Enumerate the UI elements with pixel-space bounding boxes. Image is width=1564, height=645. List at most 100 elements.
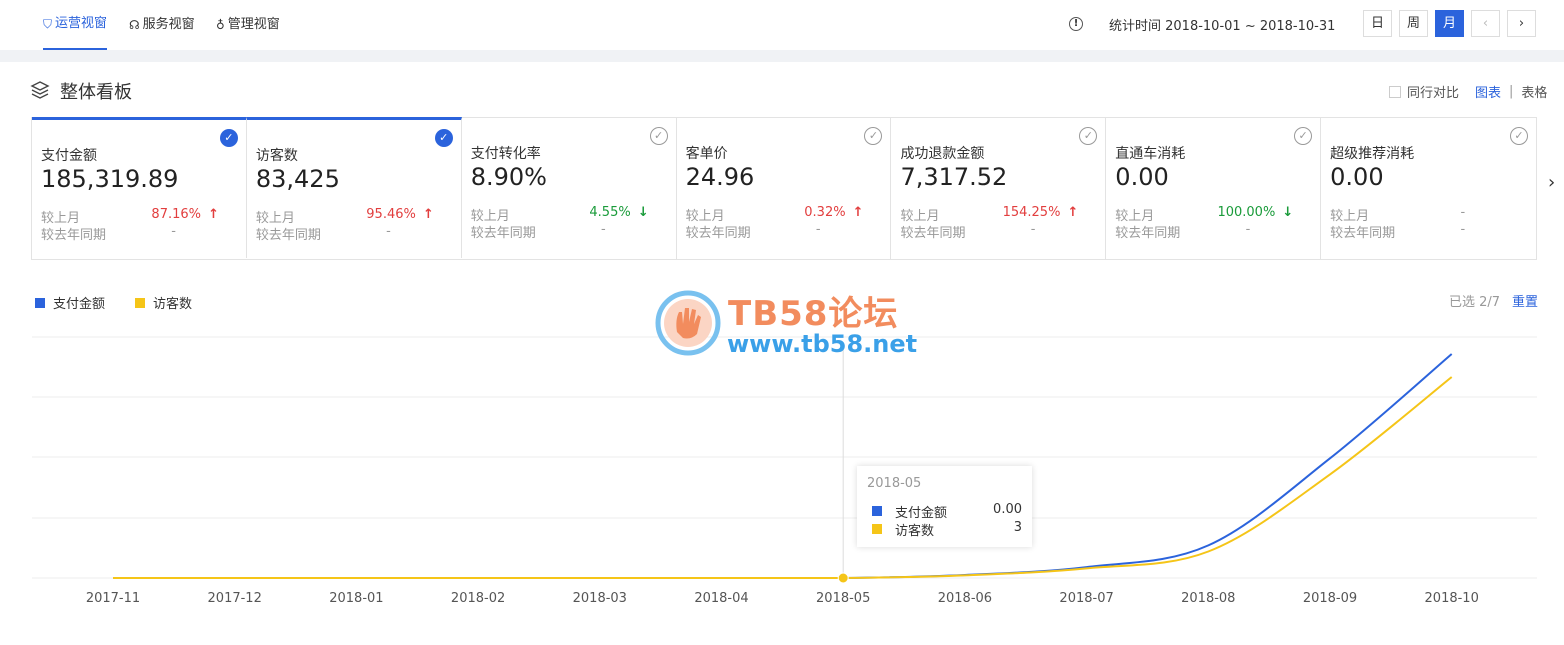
period-day-button[interactable]: 日 <box>1363 10 1392 37</box>
chart-tooltip: 2018-05 支付金额 0.00 访客数 3 <box>857 466 1032 547</box>
forum-logo <box>655 290 721 356</box>
metric-card[interactable]: ✓ 直通车消耗 0.00 较上月 100.00% ↓ 较去年同期 - <box>1106 118 1322 259</box>
chevron-right-icon: › <box>1518 16 1525 31</box>
legend-item-payment[interactable]: 支付金额 <box>35 293 105 312</box>
metric-value: 0.00 <box>1115 163 1169 191</box>
metric-card[interactable]: ✓ 支付转化率 8.90% 较上月 4.55% ↓ 较去年同期 - <box>462 118 677 259</box>
metric-card[interactable]: ✓ 支付金额 185,319.89 较上月 87.16% ↑ 较去年同期 - <box>32 117 247 258</box>
x-tick-label: 2018-03 <box>573 591 627 606</box>
info-icon[interactable]: ! <box>1069 17 1083 31</box>
x-tick-label: 2017-11 <box>86 591 140 606</box>
metric-name: 成功退款金额 <box>900 146 985 162</box>
metric-card[interactable]: ✓ 客单价 24.96 较上月 0.32% ↑ 较去年同期 - <box>677 118 892 259</box>
check-icon[interactable]: ✓ <box>864 127 883 145</box>
series-line-1 <box>112 376 1453 579</box>
metric-value: 83,425 <box>255 165 340 193</box>
tooltip-swatch <box>872 524 882 534</box>
metric-cards: ✓ 支付金额 185,319.89 较上月 87.16% ↑ 较去年同期 - ✓… <box>31 117 1537 260</box>
top-bar: ⛉ 运营视窗 ☊ 服务视窗 ♁ 管理视窗 ! 统计时间 2018-10-01 ~… <box>0 0 1564 50</box>
key-icon: ♁ <box>216 18 225 32</box>
legend-swatch <box>135 297 146 308</box>
metric-name: 访客数 <box>255 148 298 164</box>
metric-mom-value: 100.00% <box>1217 205 1276 220</box>
metric-mom-value: - <box>1460 205 1466 220</box>
metric-yoy-label: 较去年同期 <box>1115 226 1181 241</box>
line-chart: 2017-11 2017-12 2018-01 2018-02 2018-03 2018-… <box>32 336 1537 606</box>
legend-item-visitors[interactable]: 访客数 <box>135 293 192 312</box>
view-table-link[interactable]: 表格 <box>1521 82 1547 101</box>
metric-yoy-value: - <box>601 222 606 237</box>
arrow-up-icon: ↑ <box>422 207 434 222</box>
tab-service[interactable]: ☊ 服务视窗 <box>129 0 195 50</box>
tooltip-series-name: 访客数 <box>895 524 935 539</box>
tooltip-swatch <box>872 506 882 516</box>
arrow-up-icon: ↑ <box>852 205 864 220</box>
period-week-button[interactable]: 周 <box>1399 10 1428 37</box>
chevron-right-icon[interactable]: › <box>1548 172 1555 193</box>
metric-mom-value: 0.32% <box>804 205 846 220</box>
metric-value: 0.00 <box>1330 163 1384 191</box>
watermark-url: www.tb58.net <box>727 330 918 358</box>
x-tick-label: 2018-06 <box>938 591 992 606</box>
tab-operations[interactable]: ⛉ 运营视窗 <box>43 0 108 50</box>
view-separator: | <box>1509 84 1514 99</box>
section-divider <box>0 50 1564 62</box>
period-month-button[interactable]: 月 <box>1435 10 1464 37</box>
next-period-button[interactable]: › <box>1507 10 1536 37</box>
metric-mom-value: 87.16% <box>151 207 201 222</box>
x-tick-label: 2018-10 <box>1425 591 1479 606</box>
metric-yoy-label: 较去年同期 <box>685 226 751 241</box>
metric-mom-value: 95.46% <box>366 207 416 222</box>
prev-period-button[interactable]: ‹ <box>1471 10 1500 37</box>
metric-yoy-value: - <box>1030 222 1036 237</box>
metric-yoy-label: 较去年同期 <box>900 226 966 241</box>
check-icon[interactable]: ✓ <box>219 129 238 147</box>
check-icon[interactable]: ✓ <box>434 129 453 147</box>
metric-name: 支付金额 <box>41 148 97 164</box>
series-line-0 <box>112 353 1453 579</box>
view-controls: 同行对比 图表 | 表格 <box>1389 82 1547 101</box>
metric-yoy-value: - <box>171 224 176 239</box>
legend-label: 访客数 <box>153 297 193 312</box>
metric-name: 直通车消耗 <box>1115 146 1186 162</box>
metric-yoy-value: - <box>1460 222 1466 237</box>
peer-compare-checkbox[interactable] <box>1389 85 1401 98</box>
x-tick-label: 2018-09 <box>1303 591 1357 606</box>
arrow-up-icon: ↑ <box>1067 205 1079 220</box>
check-icon[interactable]: ✓ <box>1510 127 1529 145</box>
metric-name: 客单价 <box>685 146 728 162</box>
metric-yoy-label: 较去年同期 <box>255 228 321 243</box>
tooltip-title: 2018-05 <box>867 476 922 491</box>
legend-swatch <box>35 297 45 308</box>
arrow-down-icon: ↓ <box>1282 205 1294 220</box>
shield-icon: ⛉ <box>43 17 53 31</box>
view-chart-link[interactable]: 图表 <box>1475 82 1501 101</box>
tab-management[interactable]: ♁ 管理视窗 <box>216 0 280 50</box>
metric-card[interactable]: ✓ 访客数 83,425 较上月 95.46% ↑ 较去年同期 - <box>246 117 462 258</box>
reset-link[interactable]: 重置 <box>1512 291 1538 310</box>
chart-legend: 支付金额 访客数 <box>35 293 192 312</box>
x-tick-label: 2018-02 <box>451 591 505 606</box>
tab-service-label: 服务视窗 <box>142 17 195 32</box>
metric-yoy-label: 较去年同期 <box>41 228 107 243</box>
x-tick-label: 2017-12 <box>208 591 262 606</box>
watermark-title: TB58论坛 <box>728 294 899 334</box>
x-tick-label: 2018-05 <box>816 591 870 606</box>
metric-card[interactable]: ✓ 成功退款金额 7,317.52 较上月 154.25% ↑ 较去年同期 - <box>891 118 1107 259</box>
tooltip-series-value: 0.00 <box>993 502 1022 517</box>
check-icon[interactable]: ✓ <box>1079 127 1098 145</box>
metric-name: 超级推荐消耗 <box>1330 146 1415 162</box>
metric-card[interactable]: ✓ 超级推荐消耗 0.00 较上月 - 较去年同期 - <box>1321 118 1536 259</box>
metric-yoy-label: 较去年同期 <box>1330 226 1396 241</box>
arrow-up-icon: ↑ <box>208 207 219 222</box>
x-tick-label: 2018-08 <box>1181 591 1235 606</box>
metric-yoy-value: - <box>1245 222 1251 237</box>
metric-value: 7,317.52 <box>900 163 1008 191</box>
layers-icon <box>30 81 50 99</box>
peer-compare-label[interactable]: 同行对比 <box>1407 82 1459 101</box>
check-icon[interactable]: ✓ <box>649 127 668 145</box>
metric-value: 8.90% <box>470 163 547 191</box>
metric-name: 支付转化率 <box>470 146 541 162</box>
highlight-point[interactable] <box>837 572 849 584</box>
check-icon[interactable]: ✓ <box>1294 127 1313 145</box>
